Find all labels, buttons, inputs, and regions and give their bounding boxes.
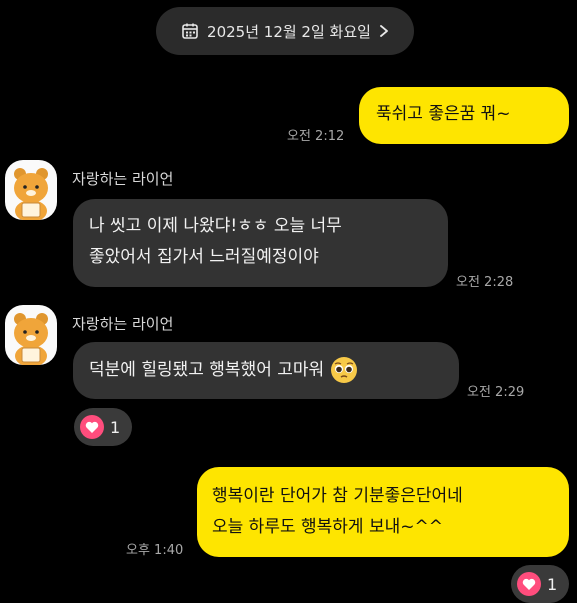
message-time: 오후 1:40 xyxy=(126,543,184,558)
avatar[interactable] xyxy=(5,305,57,365)
ryan-avatar-icon xyxy=(14,168,48,220)
reaction-count: 1 xyxy=(547,574,558,594)
ryan-avatar-icon xyxy=(14,313,48,365)
date-divider-button[interactable]: 2025년 12월 2일 화요일 xyxy=(156,7,414,55)
received-message-bubble[interactable]: 나 씻고 이제 나왔댜!ㅎㅎ 오늘 너무 좋았어서 집가서 느러질예정이야 xyxy=(73,199,448,287)
message-line: 나 씻고 이제 나왔댜!ㅎㅎ 오늘 너무 xyxy=(89,216,342,236)
message-line: 행복이란 단어가 참 기분좋은단어네 xyxy=(212,486,463,506)
calendar-icon xyxy=(182,23,198,39)
reaction-badge[interactable]: 1 xyxy=(511,565,569,603)
heart-icon xyxy=(517,572,541,596)
message-text: 덕분에 힐링됐고 행복했어 고마워 xyxy=(89,360,325,380)
my-message-bubble[interactable]: 푹쉬고 좋은꿈 꿔~ xyxy=(359,87,569,144)
message-time: 오전 2:29 xyxy=(467,385,525,400)
avatar[interactable] xyxy=(5,160,57,220)
received-message-bubble[interactable]: 덕분에 힐링됐고 행복했어 고마워 xyxy=(73,342,459,399)
sender-name: 자랑하는 라이언 xyxy=(72,315,174,333)
message-line: 오늘 하루도 행복하게 보내~^^ xyxy=(212,517,443,537)
date-label: 2025년 12월 2일 화요일 xyxy=(207,22,371,41)
message-line: 좋았어서 집가서 느러질예정이야 xyxy=(89,247,319,267)
sender-name: 자랑하는 라이언 xyxy=(72,170,174,188)
message-time: 오전 2:28 xyxy=(456,275,514,290)
message-time: 오전 2:12 xyxy=(287,129,345,144)
reaction-count: 1 xyxy=(110,417,121,437)
my-message-bubble[interactable]: 행복이란 단어가 참 기분좋은단어네 오늘 하루도 행복하게 보내~^^ xyxy=(197,467,569,557)
heart-icon xyxy=(80,415,104,439)
chevron-right-icon xyxy=(380,25,388,37)
reaction-badge[interactable]: 1 xyxy=(74,408,132,446)
message-text: 푹쉬고 좋은꿈 꿔~ xyxy=(376,104,511,124)
pleading-face-emoji xyxy=(331,357,358,383)
